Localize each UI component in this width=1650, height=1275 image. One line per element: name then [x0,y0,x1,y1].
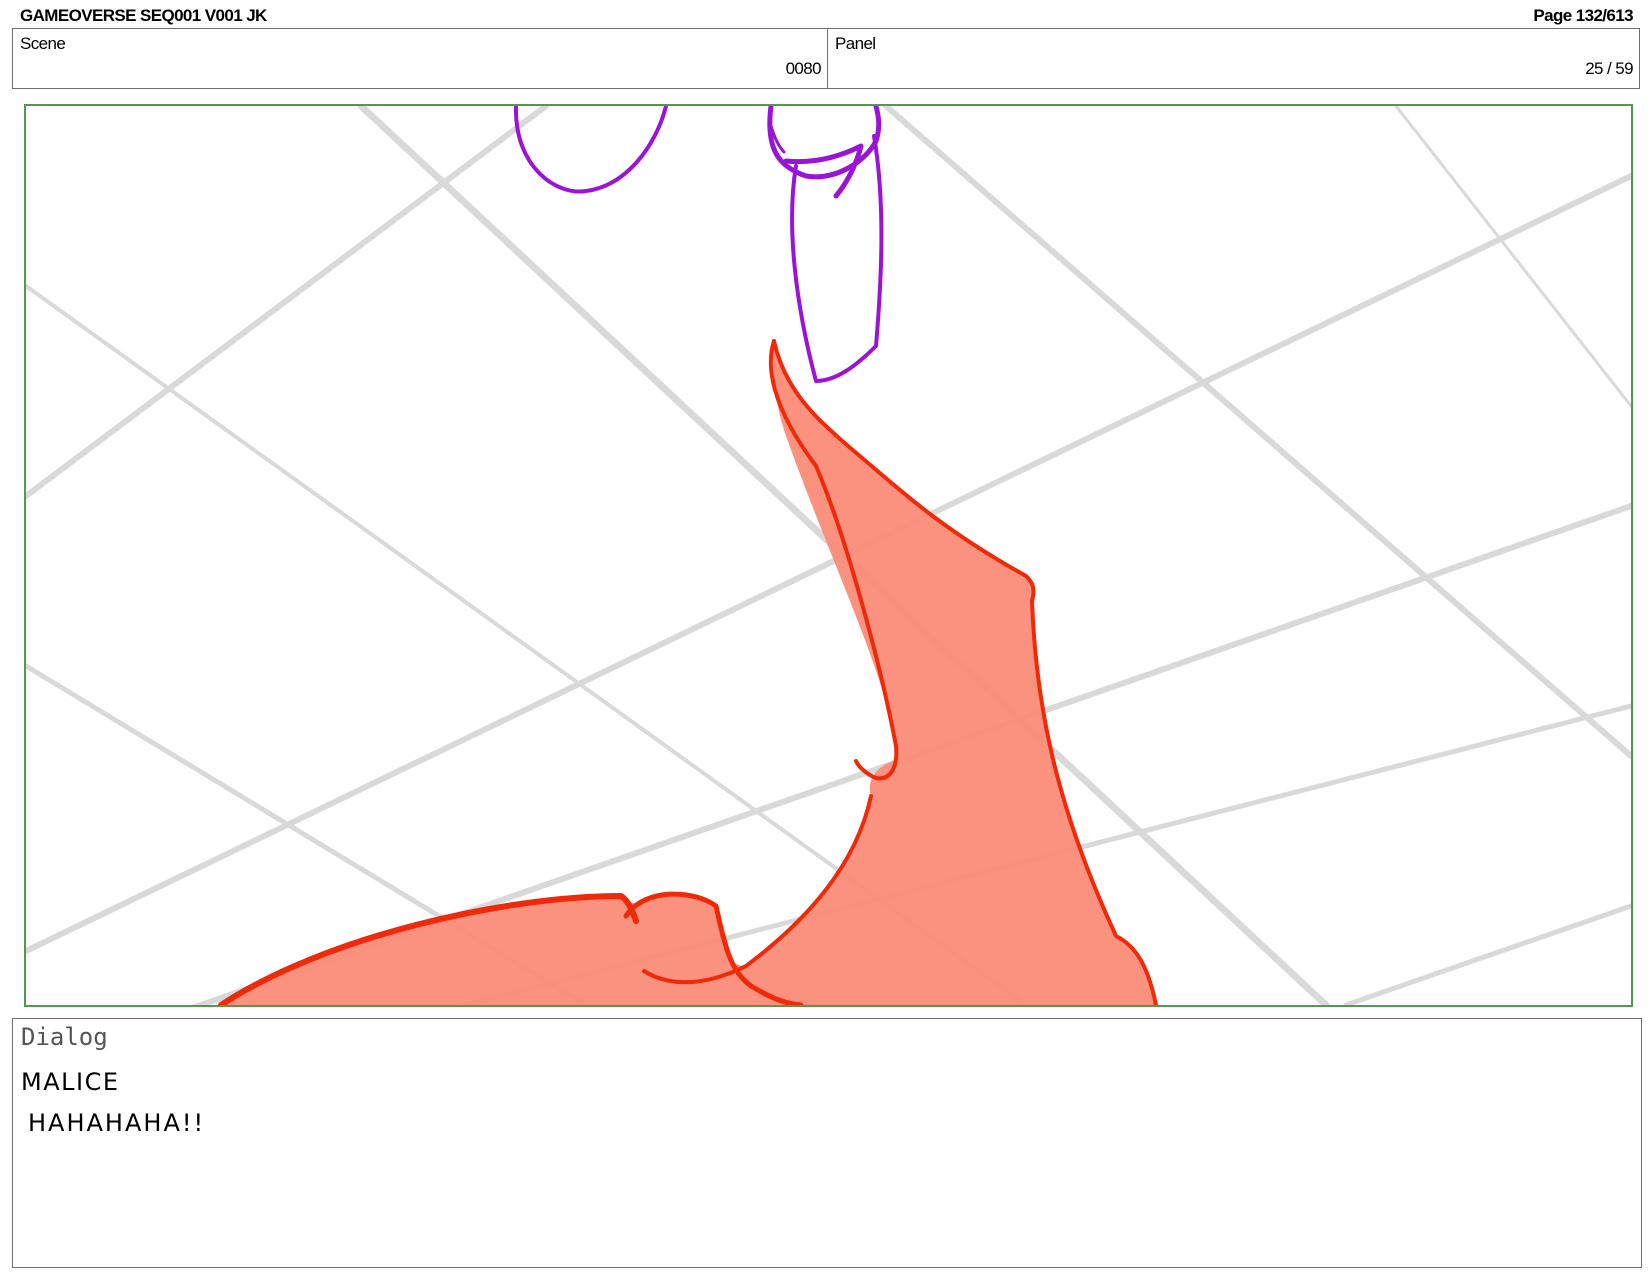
panel-cell: Panel 25 / 59 [828,29,1639,88]
salmon-creature-shape [221,341,1156,1005]
panel-drawing [26,106,1631,1005]
perspective-grid [26,106,1631,1005]
scene-label: Scene [20,34,66,53]
purple-sketch-lines [513,106,884,383]
dialog-line: HAHAHAHA!! [28,1109,206,1137]
page-number: Page 132/613 [1533,6,1633,25]
grid-line [1343,903,1631,1005]
document-title: GAMEOVERSE SEQ001 V001 JK [20,6,267,25]
dialog-speaker: MALICE [21,1068,120,1096]
scene-panel-info: Scene 0080 Panel 25 / 59 [12,28,1640,89]
grid-line [1394,106,1631,408]
dialog-label: Dialog [21,1023,108,1051]
grid-line [26,106,549,499]
panel-value: 25 / 59 [1585,59,1633,78]
scene-value: 0080 [785,59,822,78]
dialog-box: Dialog MALICE HAHAHAHA!! [12,1018,1642,1268]
grid-line [26,173,1631,954]
scene-cell: Scene 0080 [13,29,828,88]
panel-label: Panel [835,34,876,53]
storyboard-panel-frame [24,104,1633,1007]
